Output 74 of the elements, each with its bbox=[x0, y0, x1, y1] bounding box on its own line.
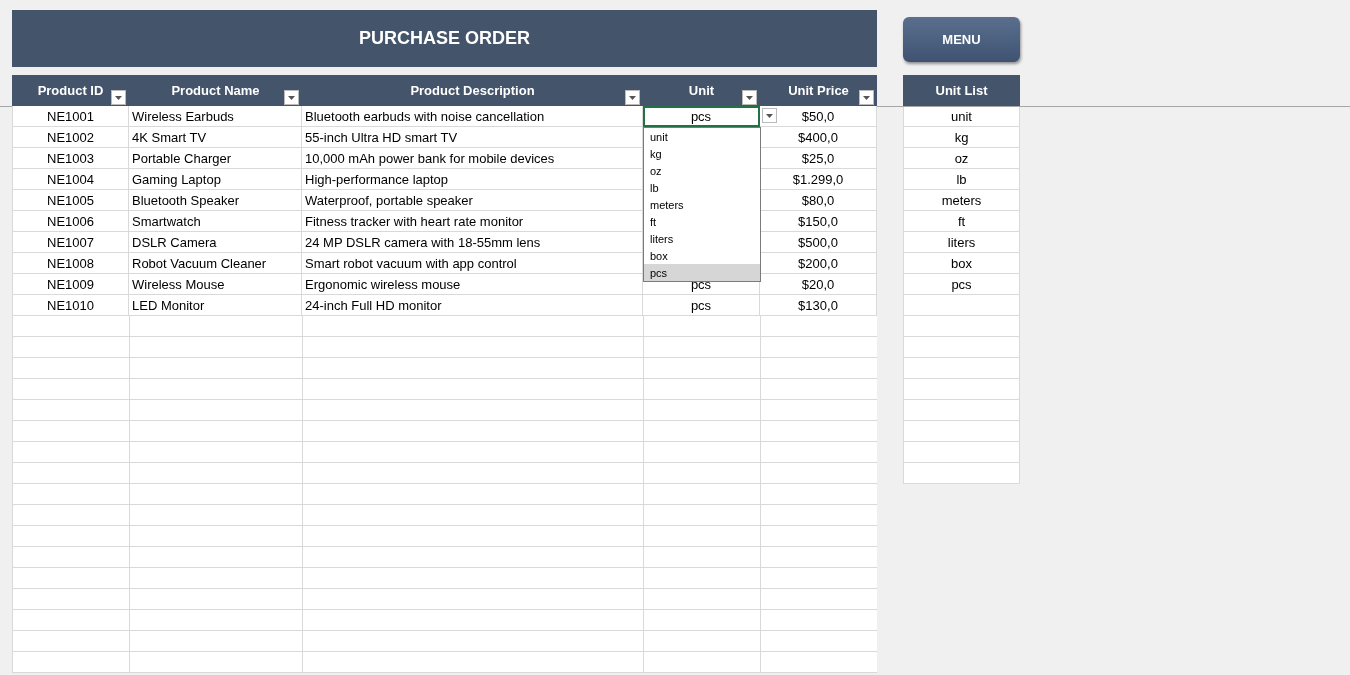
dropdown-option[interactable]: pcs bbox=[644, 264, 760, 281]
price-cell: $1.299,0 bbox=[792, 171, 844, 187]
menu-button[interactable]: MENU bbox=[903, 17, 1020, 62]
price-cell: $200,0 bbox=[798, 255, 838, 271]
product-id-cell: NE1003 bbox=[47, 150, 94, 166]
product-id-cell: NE1008 bbox=[47, 255, 94, 271]
product-id-cell: NE1002 bbox=[47, 129, 94, 145]
filter-dropdown-icon[interactable] bbox=[625, 90, 640, 105]
unit-list-cell: box bbox=[951, 255, 972, 271]
product-name-cell: Smartwatch bbox=[132, 213, 201, 229]
product-name-cell: Gaming Laptop bbox=[132, 171, 221, 187]
unit-list-cell: ft bbox=[957, 213, 966, 229]
column-header: Unit bbox=[688, 83, 715, 98]
unit-list-cell: oz bbox=[954, 150, 969, 166]
price-cell: $50,0 bbox=[801, 108, 835, 124]
column-header: Product Name bbox=[171, 83, 260, 98]
dropdown-option[interactable]: kg bbox=[644, 145, 760, 162]
column-header: Product ID bbox=[37, 83, 104, 98]
unit-list-cell: pcs bbox=[951, 276, 972, 292]
price-cell: $25,0 bbox=[801, 150, 835, 166]
dropdown-option[interactable]: liters bbox=[644, 230, 760, 247]
column-header: Unit Price bbox=[788, 83, 849, 98]
unit-list-cell: unit bbox=[951, 108, 972, 124]
dropdown-option[interactable]: lb bbox=[644, 179, 760, 196]
filter-dropdown-icon[interactable] bbox=[742, 90, 757, 105]
price-cell: $400,0 bbox=[798, 129, 838, 145]
unit-list-cell: lb bbox=[956, 171, 967, 187]
price-cell: $20,0 bbox=[801, 276, 835, 292]
description-cell: Bluetooth earbuds with noise cancellation bbox=[305, 108, 545, 124]
product-name-cell: DSLR Camera bbox=[132, 234, 217, 250]
unit-list-cell: meters bbox=[941, 192, 982, 208]
description-cell: Smart robot vacuum with app control bbox=[305, 255, 517, 271]
dropdown-option[interactable]: oz bbox=[644, 162, 760, 179]
price-cell: $80,0 bbox=[801, 192, 835, 208]
product-id-cell: NE1010 bbox=[47, 297, 94, 313]
unit-list-header: Unit List bbox=[903, 75, 1020, 106]
column-header: Product Description bbox=[410, 83, 535, 98]
description-cell: Waterproof, portable speaker bbox=[305, 192, 473, 208]
product-id-cell: NE1009 bbox=[47, 276, 94, 292]
filter-dropdown-icon[interactable] bbox=[284, 90, 299, 105]
product-id-cell: NE1004 bbox=[47, 171, 94, 187]
dropdown-option[interactable]: meters bbox=[644, 196, 760, 213]
description-cell: High-performance laptop bbox=[305, 171, 449, 187]
product-name-cell: Wireless Earbuds bbox=[132, 108, 234, 124]
product-name-cell: 4K Smart TV bbox=[132, 129, 207, 145]
description-cell: 10,000 mAh power bank for mobile devices bbox=[305, 150, 555, 166]
product-name-cell: Robot Vacuum Cleaner bbox=[132, 255, 267, 271]
description-cell: 24 MP DSLR camera with 18-55mm lens bbox=[305, 234, 541, 250]
unit-list-cell: liters bbox=[947, 234, 976, 250]
product-id-cell: NE1005 bbox=[47, 192, 94, 208]
description-cell: Ergonomic wireless mouse bbox=[305, 276, 461, 292]
dropdown-option[interactable]: ft bbox=[644, 213, 760, 230]
description-cell: 55-inch Ultra HD smart TV bbox=[305, 129, 458, 145]
dropdown-option[interactable]: unit bbox=[644, 128, 760, 145]
price-cell: $150,0 bbox=[798, 213, 838, 229]
product-name-cell: Bluetooth Speaker bbox=[132, 192, 239, 208]
price-cell: $130,0 bbox=[798, 297, 838, 313]
product-id-cell: NE1006 bbox=[47, 213, 94, 229]
description-cell: Fitness tracker with heart rate monitor bbox=[305, 213, 524, 229]
description-cell: 24-inch Full HD monitor bbox=[305, 297, 442, 313]
sheet-title: PURCHASE ORDER bbox=[12, 10, 877, 67]
unit-cell: pcs bbox=[690, 297, 712, 313]
product-name-cell: LED Monitor bbox=[132, 297, 205, 313]
product-name-cell: Portable Charger bbox=[132, 150, 231, 166]
price-cell: $500,0 bbox=[798, 234, 838, 250]
dropdown-option[interactable]: box bbox=[644, 247, 760, 264]
unit-list-cell: kg bbox=[954, 129, 969, 145]
filter-dropdown-icon[interactable] bbox=[859, 90, 874, 105]
filter-dropdown-icon[interactable] bbox=[111, 90, 126, 105]
product-id-cell: NE1007 bbox=[47, 234, 94, 250]
selected-cell[interactable]: pcs bbox=[643, 106, 760, 127]
cell-dropdown-icon[interactable] bbox=[762, 108, 777, 123]
product-name-cell: Wireless Mouse bbox=[132, 276, 225, 292]
product-id-cell: NE1001 bbox=[47, 108, 94, 124]
